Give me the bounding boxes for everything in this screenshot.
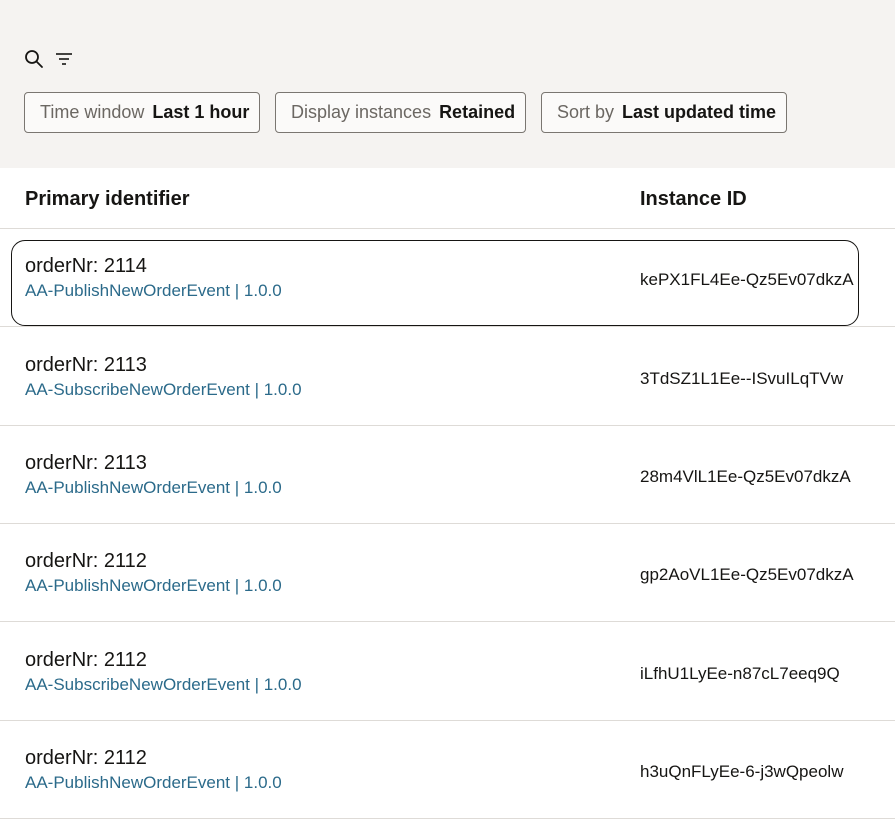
chip-value: Last updated time bbox=[622, 102, 777, 122]
column-header-instance-id[interactable]: Instance ID bbox=[640, 188, 747, 211]
sort-by-chip[interactable]: Sort by Last updated time bbox=[541, 92, 787, 133]
primary-identifier: orderNr: 2112 bbox=[25, 649, 147, 671]
table-row[interactable]: orderNr: 2113 AA-PublishNewOrderEvent | … bbox=[0, 426, 895, 524]
column-header-primary-identifier[interactable]: Primary identifier bbox=[25, 188, 190, 211]
primary-identifier: orderNr: 2114 bbox=[25, 255, 147, 277]
table-row[interactable]: orderNr: 2114 AA-PublishNewOrderEvent | … bbox=[0, 229, 895, 327]
instance-id: h3uQnFLyEe-6-j3wQpeolw bbox=[640, 762, 844, 781]
integration-link[interactable]: AA-SubscribeNewOrderEvent | 1.0.0 bbox=[25, 675, 302, 695]
instance-id: 28m4VlL1Ee-Qz5Ev07dkzA bbox=[640, 467, 851, 486]
display-instances-chip[interactable]: Display instances Retained bbox=[275, 92, 526, 133]
time-window-chip[interactable]: Time window Last 1 hour bbox=[24, 92, 260, 133]
chip-value: Last 1 hour bbox=[152, 102, 250, 122]
integration-link[interactable]: AA-PublishNewOrderEvent | 1.0.0 bbox=[25, 281, 282, 301]
search-icon[interactable] bbox=[23, 48, 45, 70]
chip-label: Sort by bbox=[557, 102, 615, 122]
filter-icon[interactable] bbox=[53, 48, 75, 70]
table-header: Primary identifier Instance ID bbox=[0, 168, 895, 229]
table-row[interactable]: orderNr: 2112 AA-PublishNewOrderEvent | … bbox=[0, 524, 895, 622]
table-row[interactable]: orderNr: 2113 AA-SubscribeNewOrderEvent … bbox=[0, 328, 895, 426]
integration-link[interactable]: AA-PublishNewOrderEvent | 1.0.0 bbox=[25, 576, 282, 596]
primary-identifier: orderNr: 2112 bbox=[25, 550, 147, 572]
instance-id: gp2AoVL1Ee-Qz5Ev07dkzA bbox=[640, 565, 854, 584]
instance-id: 3TdSZ1L1Ee--ISvuILqTVw bbox=[640, 369, 844, 388]
primary-identifier: orderNr: 2112 bbox=[25, 747, 147, 769]
integration-link[interactable]: AA-SubscribeNewOrderEvent | 1.0.0 bbox=[25, 380, 302, 400]
toolbar: Time window Last 1 hour Display instance… bbox=[0, 0, 895, 168]
integration-link[interactable]: AA-PublishNewOrderEvent | 1.0.0 bbox=[25, 773, 282, 793]
instance-id: iLfhU1LyEe-n87cL7eeq9Q bbox=[640, 664, 840, 683]
integration-link[interactable]: AA-PublishNewOrderEvent | 1.0.0 bbox=[25, 478, 282, 498]
primary-identifier: orderNr: 2113 bbox=[25, 354, 147, 376]
chip-label: Time window bbox=[40, 102, 145, 122]
table-row[interactable]: orderNr: 2112 AA-PublishNewOrderEvent | … bbox=[0, 721, 895, 819]
instance-id: kePX1FL4Ee-Qz5Ev07dkzA bbox=[640, 270, 854, 289]
chip-value: Retained bbox=[439, 102, 516, 122]
table-row[interactable]: orderNr: 2112 AA-SubscribeNewOrderEvent … bbox=[0, 623, 895, 721]
chip-label: Display instances bbox=[291, 102, 432, 122]
primary-identifier: orderNr: 2113 bbox=[25, 452, 147, 474]
